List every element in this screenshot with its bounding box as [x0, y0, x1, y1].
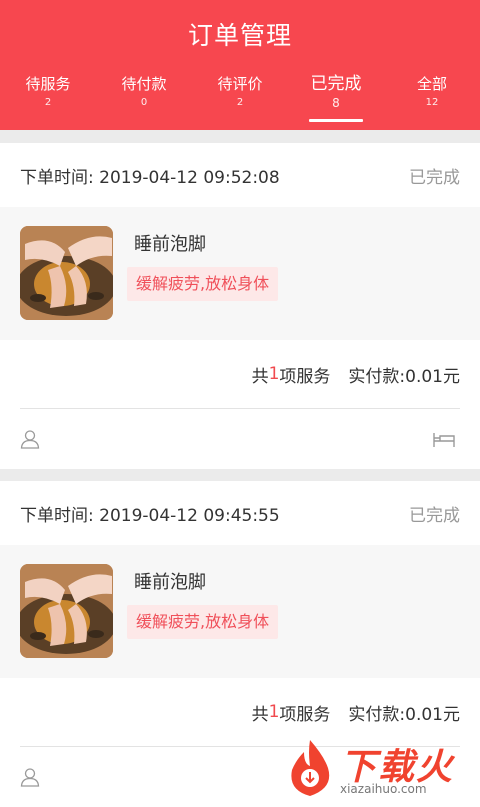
order-card[interactable]: 下单时间: 2019-04-12 09:52:08 已完成 睡前泡脚 缓解疲劳,… — [0, 143, 480, 469]
service-item[interactable]: 睡前泡脚 缓解疲劳,放松身体 — [0, 207, 480, 340]
service-item[interactable]: 睡前泡脚 缓解疲劳,放松身体 — [0, 545, 480, 678]
tab-pending-payment[interactable]: 待付款 0 — [96, 74, 192, 130]
tab-count: 12 — [425, 97, 439, 108]
tab-label: 待评价 — [217, 75, 263, 93]
service-name: 睡前泡脚 — [134, 234, 206, 255]
sum-suffix: 项服务 — [279, 366, 331, 387]
tab-count: 0 — [140, 97, 148, 108]
tab-label: 待服务 — [25, 75, 71, 93]
order-header: 下单时间: 2019-04-12 09:45:55 已完成 — [0, 481, 480, 545]
order-time-label: 下单时间: — [20, 505, 94, 526]
order-time-label: 下单时间: — [20, 167, 94, 188]
paid-amount: 0.01元 — [405, 366, 460, 387]
order-status: 已完成 — [409, 505, 460, 526]
paid-amount: 0.01元 — [405, 704, 460, 725]
bed-icon[interactable] — [432, 431, 456, 449]
paid-label: 实付款: — [348, 366, 406, 387]
tab-count: 2 — [236, 97, 244, 108]
tab-pending-review[interactable]: 待评价 2 — [192, 74, 288, 130]
user-icon[interactable] — [20, 767, 40, 787]
service-count: 1 — [268, 364, 280, 384]
paid-label: 实付款: — [348, 704, 406, 725]
order-time: 下单时间: 2019-04-12 09:45:55 — [20, 501, 280, 526]
order-tabs: 待服务 2 待付款 0 待评价 2 已完成 8 全部 12 — [0, 74, 480, 130]
tab-count: 2 — [44, 97, 52, 108]
order-time-value: 2019-04-12 09:45:55 — [99, 505, 280, 526]
order-time: 下单时间: 2019-04-12 09:52:08 — [20, 163, 280, 188]
user-icon[interactable] — [20, 429, 40, 449]
order-time-value: 2019-04-12 09:52:08 — [99, 167, 280, 188]
service-tag: 缓解疲劳,放松身体 — [127, 605, 279, 639]
sum-suffix: 项服务 — [279, 704, 331, 725]
sum-prefix: 共 — [251, 366, 269, 387]
service-count: 1 — [268, 702, 280, 722]
order-card[interactable]: 下单时间: 2019-04-12 09:45:55 已完成 睡前泡脚 缓解疲劳,… — [0, 481, 480, 807]
order-footer — [0, 747, 480, 807]
order-summary: 共 1 项服务 实付款: 0.01元 — [0, 678, 480, 746]
sum-prefix: 共 — [251, 704, 269, 725]
service-thumbnail — [20, 226, 113, 320]
service-tag: 缓解疲劳,放松身体 — [127, 267, 279, 301]
tab-completed[interactable]: 已完成 8 — [288, 74, 384, 130]
order-list: 下单时间: 2019-04-12 09:52:08 已完成 睡前泡脚 缓解疲劳,… — [0, 130, 480, 807]
service-thumbnail — [20, 564, 113, 658]
order-status: 已完成 — [409, 167, 460, 188]
tab-active-underline — [309, 119, 363, 122]
page-title: 订单管理 — [187, 21, 292, 50]
order-header: 下单时间: 2019-04-12 09:52:08 已完成 — [0, 143, 480, 207]
tab-label: 全部 — [416, 75, 447, 93]
order-summary: 共 1 项服务 实付款: 0.01元 — [0, 340, 480, 408]
order-footer — [0, 409, 480, 469]
tab-all[interactable]: 全部 12 — [384, 74, 480, 130]
service-name: 睡前泡脚 — [134, 572, 206, 593]
tab-label: 待付款 — [121, 75, 167, 93]
tab-count: 8 — [332, 96, 340, 110]
app-header: 订单管理 待服务 2 待付款 0 待评价 2 已完成 8 全部 12 — [0, 0, 480, 130]
tab-pending-service[interactable]: 待服务 2 — [0, 74, 96, 130]
tab-label: 已完成 — [310, 74, 362, 94]
